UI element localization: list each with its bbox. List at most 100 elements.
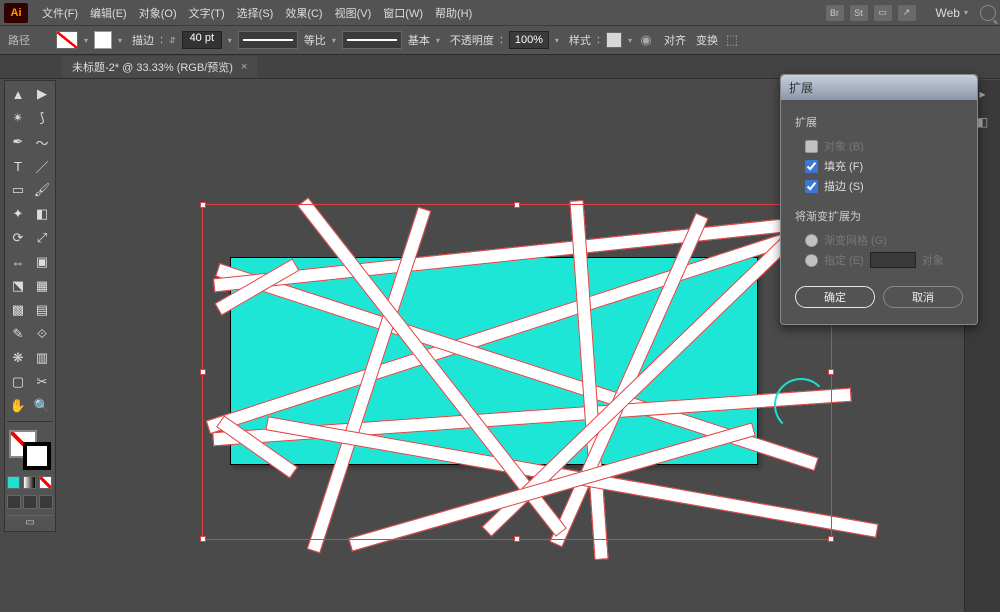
rectangle-tool[interactable]: ▭ bbox=[7, 179, 29, 201]
magic-wand-tool[interactable]: ✴ bbox=[7, 107, 29, 129]
resize-handle[interactable] bbox=[200, 202, 206, 208]
pen-tool[interactable]: ✒ bbox=[7, 131, 29, 153]
stroke-chevron-icon[interactable]: ▾ bbox=[118, 36, 122, 45]
transform-label[interactable]: 变换 bbox=[696, 32, 718, 48]
menu-select[interactable]: 选择(S) bbox=[231, 5, 280, 21]
resize-handle[interactable] bbox=[514, 202, 520, 208]
resize-handle[interactable] bbox=[828, 369, 834, 375]
gradient-section-label: 将渐变扩展为 bbox=[795, 208, 963, 224]
rotate-tool[interactable]: ⟳ bbox=[7, 227, 29, 249]
graphic-style-swatch[interactable] bbox=[606, 32, 622, 48]
menu-effect[interactable]: 效果(C) bbox=[279, 5, 328, 21]
ok-button[interactable]: 确定 bbox=[795, 286, 875, 308]
align-label[interactable]: 对齐 bbox=[664, 32, 686, 48]
gpu-icon[interactable]: ↗ bbox=[898, 5, 916, 21]
arrange-icon[interactable]: ▭ bbox=[874, 5, 892, 21]
selection-tool[interactable]: ▲ bbox=[7, 83, 29, 105]
menu-object[interactable]: 对象(O) bbox=[133, 5, 183, 21]
checkbox-icon[interactable] bbox=[805, 180, 818, 193]
lasso-tool[interactable]: ⟆ bbox=[31, 107, 53, 129]
fill-chevron-icon[interactable]: ▾ bbox=[84, 36, 88, 45]
checkbox-icon bbox=[805, 140, 818, 153]
gradient-mode-icon[interactable] bbox=[23, 476, 36, 489]
selection-type-label: 路径 bbox=[8, 32, 30, 48]
opacity-input[interactable]: 100% bbox=[509, 31, 549, 49]
shaper-tool[interactable]: ✦ bbox=[7, 203, 29, 225]
brush-definition[interactable] bbox=[342, 31, 402, 49]
brush-chevron-icon[interactable]: ▾ bbox=[436, 36, 440, 45]
progress-spinner-icon bbox=[774, 378, 828, 432]
stroke-swatch-box[interactable] bbox=[94, 31, 112, 49]
none-mode-icon[interactable] bbox=[39, 476, 52, 489]
eraser-tool[interactable]: ◧ bbox=[31, 203, 53, 225]
stroke-weight-input[interactable]: 40 pt bbox=[182, 31, 222, 49]
graph-tool[interactable]: ▥ bbox=[31, 347, 53, 369]
mesh-tool[interactable]: ▩ bbox=[7, 299, 29, 321]
menu-help[interactable]: 帮助(H) bbox=[429, 5, 478, 21]
brush-label: 基本 bbox=[408, 32, 430, 48]
resize-handle[interactable] bbox=[828, 536, 834, 542]
resize-handle[interactable] bbox=[200, 369, 206, 375]
menu-view[interactable]: 视图(V) bbox=[329, 5, 378, 21]
menu-window[interactable]: 窗口(W) bbox=[377, 5, 429, 21]
control-bar: 路径 ▾ ▾ 描边: ⇵ 40 pt ▾ 等比▾ 基本▾ 不透明度: 100% … bbox=[0, 25, 1000, 55]
fill-stroke-swatches[interactable] bbox=[7, 430, 53, 470]
cancel-button[interactable]: 取消 bbox=[883, 286, 963, 308]
expand-fill-label: 填充 (F) bbox=[824, 158, 863, 174]
color-mode-icon[interactable] bbox=[7, 476, 20, 489]
tools-panel: ▲ ▶ ✴ ⟆ ✒ ～ T ／ ▭ 🖌 ✦ ◧ ⟳ ⤢ ⇔ ▣ ⬔ ▦ ▩ ▤ … bbox=[4, 80, 56, 532]
symbol-sprayer-tool[interactable]: ❋ bbox=[7, 347, 29, 369]
artboard-tool[interactable]: ▢ bbox=[7, 371, 29, 393]
drawing-mode-normal[interactable] bbox=[7, 495, 21, 509]
expand-fill-checkbox[interactable]: 填充 (F) bbox=[805, 158, 963, 174]
opacity-chevron-icon[interactable]: ▾ bbox=[555, 36, 559, 45]
style-chevron-icon[interactable]: ▾ bbox=[628, 36, 632, 45]
paintbrush-tool[interactable]: 🖌 bbox=[31, 179, 53, 201]
variable-width-profile[interactable] bbox=[238, 31, 298, 49]
stroke-color-swatch[interactable] bbox=[23, 442, 51, 470]
recolor-icon[interactable]: ◉ bbox=[638, 32, 654, 48]
blend-tool[interactable]: ⟐ bbox=[31, 323, 53, 345]
menu-file[interactable]: 文件(F) bbox=[36, 5, 84, 21]
document-tab[interactable]: 未标题-2* @ 33.33% (RGB/预览) × bbox=[62, 56, 257, 78]
stroke-stepper-up-icon[interactable]: ⇵ bbox=[169, 36, 176, 45]
document-tab-title: 未标题-2* @ 33.33% (RGB/预览) bbox=[72, 59, 233, 75]
menu-bar: Ai 文件(F) 编辑(E) 对象(O) 文字(T) 选择(S) 效果(C) 视… bbox=[0, 0, 1000, 25]
expand-stroke-checkbox[interactable]: 描边 (S) bbox=[805, 178, 963, 194]
bridge-icon[interactable]: Br bbox=[826, 5, 844, 21]
zoom-tool[interactable]: 🔍 bbox=[31, 395, 53, 417]
hand-tool[interactable]: ✋ bbox=[7, 395, 29, 417]
screen-mode-button[interactable]: ▭ bbox=[7, 515, 53, 529]
slice-tool[interactable]: ✂ bbox=[31, 371, 53, 393]
app-logo: Ai bbox=[4, 3, 28, 23]
gradient-tool[interactable]: ▤ bbox=[31, 299, 53, 321]
resize-handle[interactable] bbox=[514, 536, 520, 542]
type-tool[interactable]: T bbox=[7, 155, 29, 177]
perspective-tool[interactable]: ▦ bbox=[31, 275, 53, 297]
drawing-mode-inside[interactable] bbox=[39, 495, 53, 509]
dialog-title: 扩展 bbox=[781, 75, 977, 100]
stroke-label: 描边 bbox=[132, 32, 154, 48]
direct-selection-tool[interactable]: ▶ bbox=[31, 83, 53, 105]
workspace-dropdown[interactable]: Web▾ bbox=[936, 6, 968, 20]
free-transform-tool[interactable]: ▣ bbox=[31, 251, 53, 273]
resize-handle[interactable] bbox=[200, 536, 206, 542]
scale-tool[interactable]: ⤢ bbox=[31, 227, 53, 249]
profile-chevron-icon[interactable]: ▾ bbox=[332, 36, 336, 45]
search-box[interactable] bbox=[980, 5, 996, 21]
line-tool[interactable]: ／ bbox=[31, 155, 53, 177]
stock-icon[interactable]: St bbox=[850, 5, 868, 21]
isolate-icon[interactable]: ⬚ bbox=[724, 32, 740, 48]
menu-edit[interactable]: 编辑(E) bbox=[84, 5, 133, 21]
specify-radio: 指定 (E) 对象 bbox=[805, 252, 963, 268]
close-icon[interactable]: × bbox=[241, 61, 247, 73]
checkbox-icon[interactable] bbox=[805, 160, 818, 173]
width-tool[interactable]: ⇔ bbox=[7, 251, 29, 273]
shape-builder-tool[interactable]: ⬔ bbox=[7, 275, 29, 297]
menu-type[interactable]: 文字(T) bbox=[183, 5, 231, 21]
curvature-tool[interactable]: ～ bbox=[31, 131, 53, 153]
stroke-weight-chevron-icon[interactable]: ▾ bbox=[228, 36, 232, 45]
eyedropper-tool[interactable]: ✎ bbox=[7, 323, 29, 345]
fill-swatch[interactable] bbox=[56, 31, 78, 49]
drawing-mode-behind[interactable] bbox=[23, 495, 37, 509]
